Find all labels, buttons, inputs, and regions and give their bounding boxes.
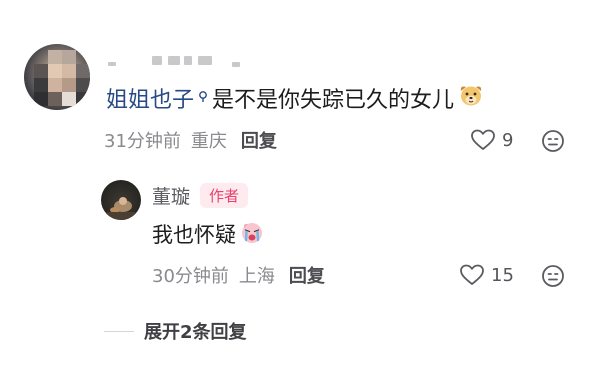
commenter-avatar[interactable]: [24, 44, 90, 110]
reply-comment-text: 我也怀疑: [152, 223, 236, 247]
reply-comment-meta: 30分钟前 上海 回复: [152, 262, 325, 288]
like-button[interactable]: 9: [470, 128, 513, 152]
reply-author-name[interactable]: 董璇: [152, 182, 190, 209]
dislike-button[interactable]: [541, 129, 565, 157]
like-count: 9: [502, 129, 514, 151]
unhappy-face-icon: [541, 265, 565, 292]
reply-author-avatar[interactable]: [101, 180, 141, 220]
top-comment-text: 是不是你失踪已久的女儿: [212, 88, 455, 113]
expand-replies-label: 展开2条回复: [144, 322, 247, 343]
reply-button[interactable]: 回复: [241, 127, 277, 153]
unhappy-face-icon: [541, 130, 565, 157]
blurred-username: [108, 50, 240, 70]
divider-line: [104, 330, 134, 332]
reply-dislike-button[interactable]: [541, 264, 565, 292]
reply-like-button[interactable]: 15: [459, 263, 514, 287]
comment-location: 重庆: [190, 131, 227, 152]
dog-face-emoji-icon: [458, 82, 484, 114]
comment-time: 31分钟前: [104, 131, 181, 152]
reply-to-reply-button[interactable]: 回复: [289, 262, 325, 288]
expand-replies-button[interactable]: 展开2条回复: [104, 316, 247, 346]
reply-comment-content: 我也怀疑: [152, 218, 265, 250]
top-comment-content: 姐姐也子 是不是你失踪已久的女儿: [106, 82, 484, 114]
heart-outline-icon: [470, 128, 496, 152]
heart-outline-icon: [459, 263, 485, 287]
crying-face-emoji-icon: [239, 219, 265, 250]
reply-header: 董璇 作者: [152, 180, 249, 210]
comment-thread: 姐姐也子 是不是你失踪已久的女儿 31分钟前 重庆 回复 9 董璇 作者 我也怀…: [0, 0, 600, 377]
reply-time: 30分钟前: [152, 266, 229, 287]
reply-location: 上海: [238, 266, 275, 287]
location-pin-icon: [198, 87, 208, 109]
top-comment-meta: 31分钟前 重庆 回复: [104, 127, 277, 153]
mentioned-author-name[interactable]: 姐姐也子: [106, 82, 194, 114]
reply-like-count: 15: [491, 264, 514, 286]
author-badge: 作者: [200, 182, 249, 208]
